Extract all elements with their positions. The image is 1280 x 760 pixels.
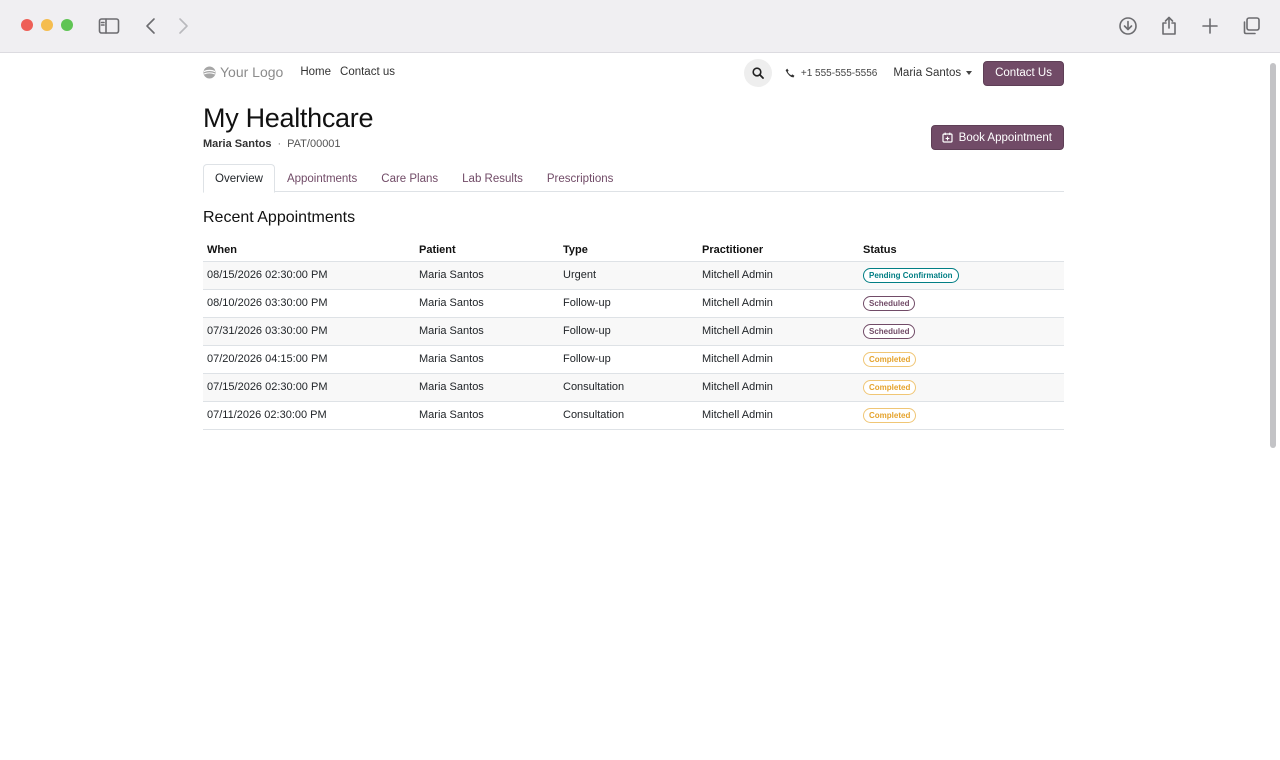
table-row[interactable]: 08/10/2026 03:30:00 PM Maria Santos Foll… xyxy=(203,289,1064,318)
minimize-window-button[interactable] xyxy=(41,19,53,31)
calendar-plus-icon xyxy=(942,132,953,143)
cell-type: Follow-up xyxy=(559,345,698,374)
column-header-when: When xyxy=(203,239,415,262)
column-header-type: Type xyxy=(559,239,698,262)
nav-link-home[interactable]: Home xyxy=(300,66,331,78)
status-badge: Pending Confirmation xyxy=(863,267,959,283)
cell-patient: Maria Santos xyxy=(415,261,559,290)
cell-practitioner: Mitchell Admin xyxy=(698,289,859,318)
phone-icon xyxy=(785,68,795,78)
nav-links: Home Contact us xyxy=(300,66,404,78)
portal-tabs: Overview Appointments Care Plans Lab Res… xyxy=(203,164,1064,193)
page-header: My Healthcare Maria Santos · PAT/00001 B… xyxy=(203,102,1064,162)
close-window-button[interactable] xyxy=(21,19,33,31)
cell-type: Consultation xyxy=(559,373,698,402)
tab-overview[interactable]: Overview xyxy=(203,164,275,193)
zoom-window-button[interactable] xyxy=(61,19,73,31)
patient-name: Maria Santos xyxy=(203,138,272,150)
cell-patient: Maria Santos xyxy=(415,345,559,374)
tab-care-plans[interactable]: Care Plans xyxy=(369,164,450,192)
phone-number: +1 555-555-5556 xyxy=(800,67,878,79)
cell-when: 07/15/2026 02:30:00 PM xyxy=(203,373,415,402)
back-icon[interactable] xyxy=(139,14,163,38)
tab-prescriptions[interactable]: Prescriptions xyxy=(535,164,625,192)
table-row[interactable]: 07/15/2026 02:30:00 PM Maria Santos Cons… xyxy=(203,373,1064,402)
cell-practitioner: Mitchell Admin xyxy=(698,317,859,346)
cell-patient: Maria Santos xyxy=(415,401,559,430)
status-badge: Completed xyxy=(863,407,917,423)
contact-us-button[interactable]: Contact Us xyxy=(983,60,1064,86)
page-scrollbar[interactable] xyxy=(1266,53,1280,760)
patient-id: PAT/00001 xyxy=(287,138,341,150)
cell-type: Follow-up xyxy=(559,317,698,346)
search-icon xyxy=(752,67,764,79)
cell-practitioner: Mitchell Admin xyxy=(698,373,859,402)
cell-patient: Maria Santos xyxy=(415,317,559,346)
column-header-practitioner: Practitioner xyxy=(698,239,859,262)
scrollbar-thumb[interactable] xyxy=(1270,63,1276,448)
forward-icon[interactable] xyxy=(171,14,195,38)
new-tab-icon[interactable] xyxy=(1198,14,1222,38)
phone-link[interactable]: +1 555-555-5556 xyxy=(785,68,877,79)
sidebar-toggle-icon[interactable] xyxy=(97,14,121,38)
cell-practitioner: Mitchell Admin xyxy=(698,261,859,290)
cell-when: 07/11/2026 02:30:00 PM xyxy=(203,401,415,430)
table-row[interactable]: 07/11/2026 02:30:00 PM Maria Santos Cons… xyxy=(203,401,1064,430)
cell-practitioner: Mitchell Admin xyxy=(698,345,859,374)
status-badge: Scheduled xyxy=(863,295,916,311)
user-name: Maria Santos xyxy=(893,67,962,79)
cell-when: 08/15/2026 02:30:00 PM xyxy=(203,261,415,290)
cell-when: 07/20/2026 04:15:00 PM xyxy=(203,345,415,374)
table-row[interactable]: 08/15/2026 02:30:00 PM Maria Santos Urge… xyxy=(203,261,1064,290)
tab-lab-results[interactable]: Lab Results xyxy=(450,164,535,192)
nav-link-contact[interactable]: Contact us xyxy=(340,66,395,78)
table-row[interactable]: 07/31/2026 03:30:00 PM Maria Santos Foll… xyxy=(203,317,1064,346)
logo-text: Your Logo xyxy=(220,64,284,80)
table-header-row: When Patient Type Practitioner Status xyxy=(203,239,1064,262)
table-row[interactable]: 07/20/2026 04:15:00 PM Maria Santos Foll… xyxy=(203,345,1064,374)
status-badge: Completed xyxy=(863,351,917,367)
site-logo[interactable]: Your Logo xyxy=(203,64,283,80)
column-header-patient: Patient xyxy=(415,239,559,262)
tab-appointments[interactable]: Appointments xyxy=(275,164,369,192)
book-appointment-label: Book Appointment xyxy=(958,131,1052,144)
recent-appointments-table: When Patient Type Practitioner Status 08… xyxy=(203,239,1064,430)
column-header-status: Status xyxy=(859,239,1064,262)
cell-practitioner: Mitchell Admin xyxy=(698,401,859,430)
status-badge: Scheduled xyxy=(863,323,916,339)
browser-toolbar xyxy=(0,0,1280,53)
recent-appointments-title: Recent Appointments xyxy=(203,209,356,226)
cell-type: Consultation xyxy=(559,401,698,430)
logo-icon xyxy=(203,65,216,79)
site-navbar: Your Logo Home Contact us +1 555-555-555… xyxy=(203,53,1064,91)
user-menu[interactable]: Maria Santos xyxy=(893,67,973,79)
cell-when: 08/10/2026 03:30:00 PM xyxy=(203,289,415,318)
share-icon[interactable] xyxy=(1157,14,1181,38)
cell-patient: Maria Santos xyxy=(415,373,559,402)
download-icon[interactable] xyxy=(1116,14,1140,38)
cell-patient: Maria Santos xyxy=(415,289,559,318)
nav-right: +1 555-555-5556 Maria Santos Contact Us xyxy=(743,59,1064,87)
search-button[interactable] xyxy=(743,59,772,87)
status-badge: Completed xyxy=(863,379,917,395)
cell-when: 07/31/2026 03:30:00 PM xyxy=(203,317,415,346)
cell-type: Follow-up xyxy=(559,289,698,318)
cell-type: Urgent xyxy=(559,261,698,290)
window-controls xyxy=(21,19,73,31)
caret-down-icon xyxy=(966,71,973,75)
tab-overview-icon[interactable] xyxy=(1239,14,1263,38)
book-appointment-button[interactable]: Book Appointment xyxy=(930,125,1064,150)
page-content: Your Logo Home Contact us +1 555-555-555… xyxy=(203,53,1064,430)
subline-separator: · xyxy=(277,138,282,150)
